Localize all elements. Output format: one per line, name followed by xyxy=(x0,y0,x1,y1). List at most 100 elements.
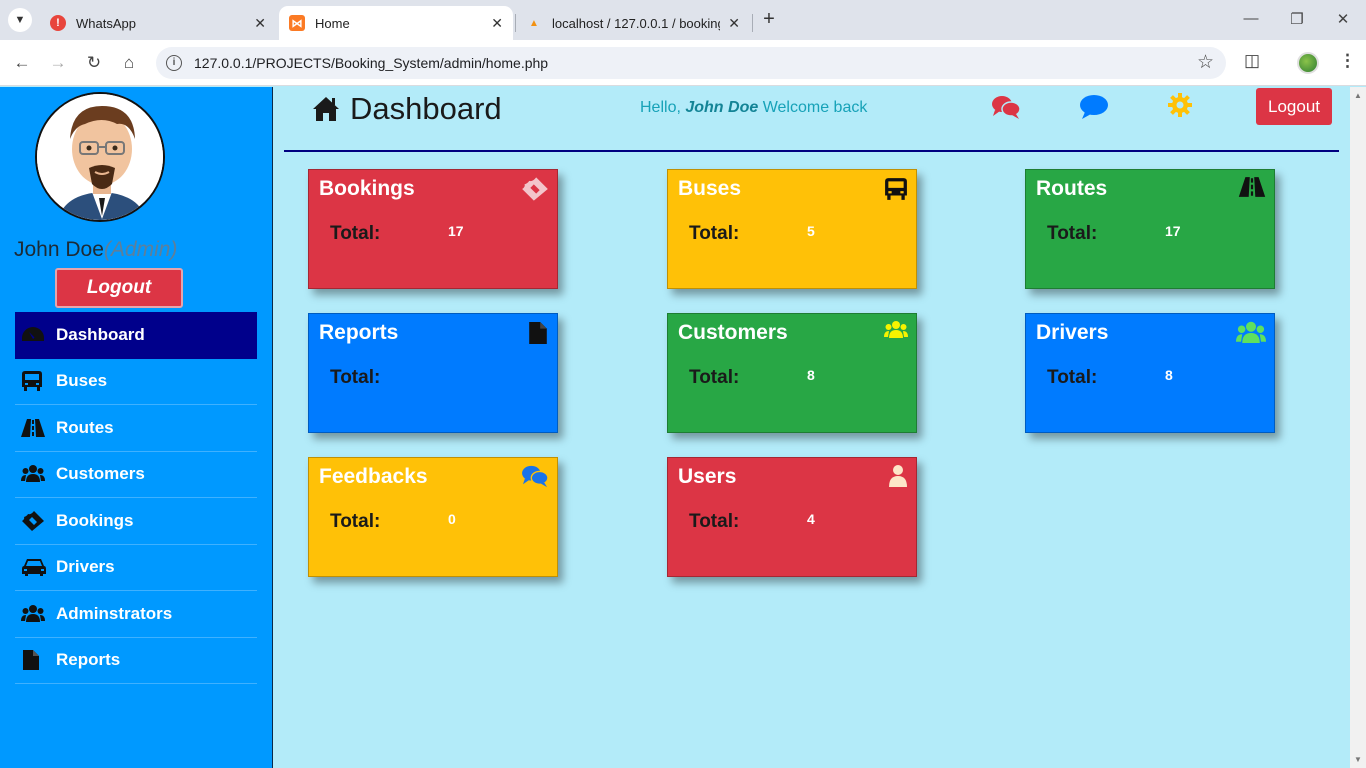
sidebar-logout-button[interactable]: Logout xyxy=(55,268,183,308)
tab-search-chevron-icon[interactable]: ▼ xyxy=(8,8,32,32)
settings-gear-icon[interactable] xyxy=(1167,92,1193,123)
greeting-suffix: Welcome back xyxy=(762,99,868,116)
user-icon xyxy=(888,464,908,493)
car-icon xyxy=(21,556,56,578)
sidebar-item-dashboard[interactable]: Dashboard xyxy=(15,312,257,359)
tab-home[interactable]: ⋈ Home ✕ xyxy=(279,6,513,40)
file-icon xyxy=(527,320,549,351)
header-divider xyxy=(284,150,1339,152)
phpmyadmin-icon: ▲ xyxy=(529,17,539,29)
sidebar-item-reports[interactable]: Reports xyxy=(15,638,257,684)
file-icon xyxy=(21,649,56,671)
reload-icon[interactable]: ↻ xyxy=(83,52,105,74)
scroll-up-icon[interactable]: ▲ xyxy=(1354,91,1362,100)
close-window-icon[interactable]: ✕ xyxy=(1333,10,1353,28)
bus-icon xyxy=(21,370,56,392)
tab-whatsapp[interactable]: ! WhatsApp ✕ xyxy=(40,6,276,40)
sidebar-item-label: Dashboard xyxy=(56,325,145,345)
back-icon[interactable]: ← xyxy=(11,52,33,74)
forward-icon[interactable]: → xyxy=(47,52,69,74)
card-title: Bookings xyxy=(319,177,415,200)
card-total-label: Total: xyxy=(689,511,740,532)
card-total-value: 17 xyxy=(448,223,464,239)
bookmark-star-icon[interactable]: ☆ xyxy=(1197,51,1214,74)
card-title: Buses xyxy=(678,177,742,200)
card-total-value: 8 xyxy=(807,367,815,383)
profile-avatar-icon[interactable] xyxy=(1297,52,1319,74)
card-total-label: Total: xyxy=(689,223,740,244)
card-total-label: Total: xyxy=(330,223,381,244)
page-scrollbar[interactable]: ▲ ▼ xyxy=(1350,87,1366,768)
messages-comments-icon[interactable] xyxy=(991,94,1021,125)
sidebar-item-bookings[interactable]: Bookings xyxy=(15,498,257,545)
tab-separator xyxy=(515,14,516,32)
close-tab-icon[interactable]: ✕ xyxy=(728,15,740,32)
card-title: Reports xyxy=(319,321,399,344)
sidebar-item-buses[interactable]: Buses xyxy=(15,359,257,405)
minimize-icon[interactable]: — xyxy=(1241,10,1261,27)
url-field[interactable]: i 127.0.0.1/PROJECTS/Booking_System/admi… xyxy=(156,47,1226,79)
card-total-label: Total: xyxy=(330,367,381,388)
close-tab-icon[interactable]: ✕ xyxy=(254,15,266,32)
card-total-value: 5 xyxy=(807,223,815,239)
page-title-text: Dashboard xyxy=(350,91,502,126)
tab-separator xyxy=(752,14,753,32)
card-total-label: Total: xyxy=(1047,367,1098,388)
bus-icon xyxy=(884,176,908,207)
tab-title: Home xyxy=(315,15,350,31)
card-routes[interactable]: Routes Total: 17 xyxy=(1025,169,1275,289)
url-text: 127.0.0.1/PROJECTS/Booking_System/admin/… xyxy=(194,55,549,71)
card-buses[interactable]: Buses Total: 5 xyxy=(667,169,917,289)
page-title: Dashboard xyxy=(312,91,502,127)
xampp-icon: ⋈ xyxy=(289,15,305,31)
admin-avatar-icon xyxy=(37,94,163,220)
card-feedbacks[interactable]: Feedbacks Total: 0 xyxy=(308,457,558,577)
address-bar: ← → ↻ ⌂ i 127.0.0.1/PROJECTS/Booking_Sys… xyxy=(0,40,1366,86)
card-total-label: Total: xyxy=(689,367,740,388)
close-tab-icon[interactable]: ✕ xyxy=(491,15,503,32)
card-customers[interactable]: Customers Total: 8 xyxy=(667,313,917,433)
home-icon xyxy=(313,97,339,121)
tab-phpmyadmin[interactable]: ▲ localhost / 127.0.0.1 / booking_ ✕ xyxy=(516,6,750,40)
comments-icon xyxy=(521,464,549,493)
card-total-value: 17 xyxy=(1165,223,1181,239)
card-bookings[interactable]: Bookings Total: 17 xyxy=(308,169,558,289)
whatsapp-alert-icon: ! xyxy=(50,15,66,31)
card-drivers[interactable]: Drivers Total: 8 xyxy=(1025,313,1275,433)
main-content: Dashboard Hello, John Doe Welcome back L… xyxy=(274,87,1350,768)
site-info-icon[interactable]: i xyxy=(166,55,182,71)
sidebar-item-label: Adminstrators xyxy=(56,603,173,623)
sidebar-item-routes[interactable]: Routes xyxy=(15,405,257,452)
users-icon xyxy=(21,603,56,625)
sidebar-item-adminstrators[interactable]: Adminstrators xyxy=(15,591,257,638)
sidebar-item-label: Bookings xyxy=(56,510,134,530)
chat-comment-icon[interactable] xyxy=(1079,94,1109,125)
card-title: Feedbacks xyxy=(319,465,428,488)
restore-icon[interactable]: ❐ xyxy=(1287,10,1307,28)
sidebar-item-label: Customers xyxy=(56,464,145,484)
sidebar-menu: Dashboard Buses Routes Customers Booking… xyxy=(15,312,257,684)
sidebar-item-customers[interactable]: Customers xyxy=(15,452,257,498)
scroll-down-icon[interactable]: ▼ xyxy=(1354,755,1362,764)
card-title: Users xyxy=(678,465,737,488)
new-tab-button[interactable]: + xyxy=(758,8,780,30)
card-total-value: 4 xyxy=(807,511,815,527)
home-icon[interactable]: ⌂ xyxy=(118,52,140,74)
card-users[interactable]: Users Total: 4 xyxy=(667,457,917,577)
sidebar-item-label: Reports xyxy=(56,650,121,670)
ticket-icon xyxy=(21,510,56,532)
card-total-label: Total: xyxy=(330,511,381,532)
card-total-value: 8 xyxy=(1165,367,1173,383)
user-role: (Admin) xyxy=(103,238,178,261)
users-icon xyxy=(21,463,56,485)
header-logout-button[interactable]: Logout xyxy=(1256,88,1332,125)
road-icon xyxy=(21,417,56,439)
extensions-puzzle-icon[interactable]: ◫ xyxy=(1244,51,1260,71)
more-menu-icon[interactable]: ⋮ xyxy=(1339,51,1356,71)
sidebar-item-label: Routes xyxy=(56,417,114,437)
sidebar-item-drivers[interactable]: Drivers xyxy=(15,545,257,591)
users-icon xyxy=(1236,320,1266,351)
card-reports[interactable]: Reports Total: xyxy=(308,313,558,433)
greeting-name: John Doe xyxy=(685,99,759,116)
tab-title: localhost / 127.0.0.1 / booking_ xyxy=(552,15,721,31)
